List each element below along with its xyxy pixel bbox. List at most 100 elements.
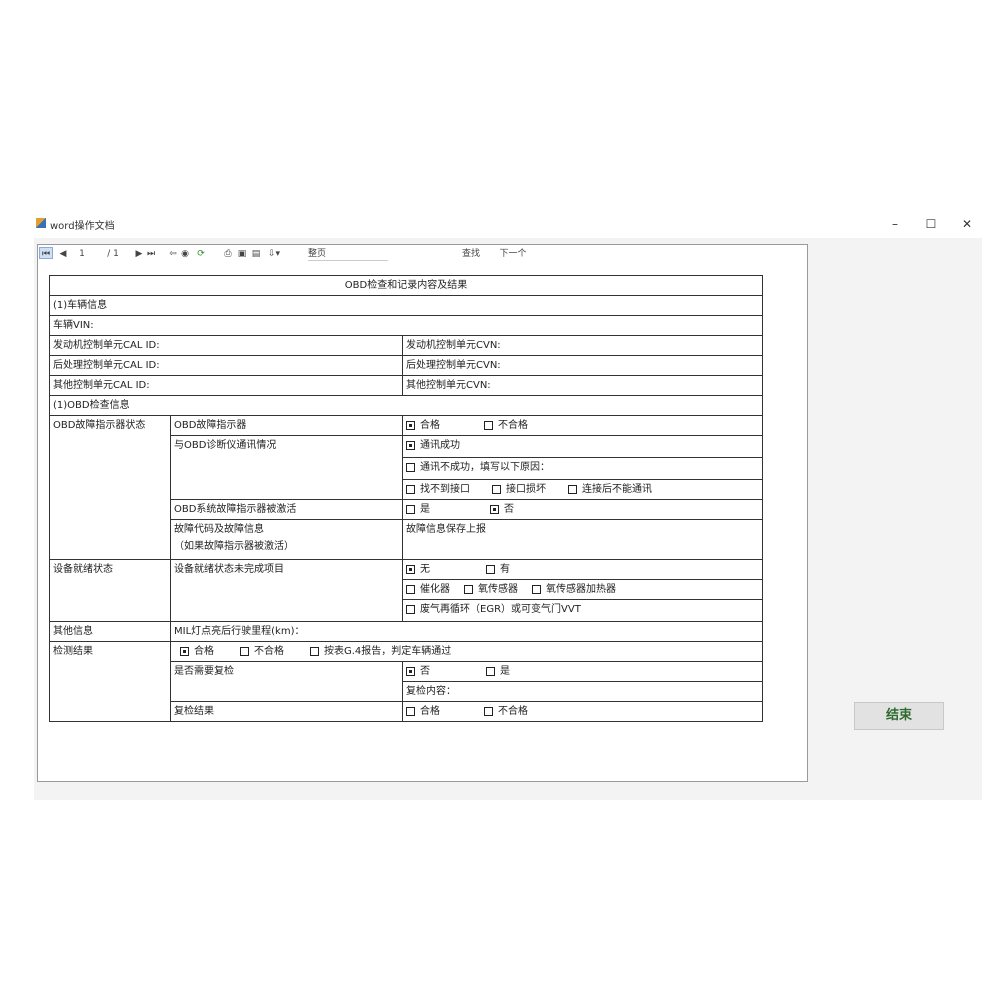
result-fail-option[interactable]: 不合格 <box>240 643 284 660</box>
checkbox-icon <box>406 485 415 494</box>
prev-page-icon[interactable]: ◀ <box>58 248 68 260</box>
maximize-button[interactable]: ☐ <box>920 214 942 234</box>
mil-fail-option[interactable]: 不合格 <box>484 417 528 434</box>
table-row: 发动机控制单元CAL ID: 发动机控制单元CVN: <box>49 335 764 356</box>
checkbox-icon <box>484 421 493 430</box>
reason-no-comm-option[interactable]: 连接后不能通讯 <box>568 481 652 498</box>
readiness-egr-cell: 废气再循环（EGR）或可变气门VVT <box>401 599 764 622</box>
activated-yes-option[interactable]: 是 <box>406 501 430 518</box>
mil-label: OBD故障指示器 <box>170 415 403 436</box>
refresh-icon[interactable]: ⟳ <box>196 248 206 260</box>
engine-calid-field: 发动机控制单元CAL ID: <box>49 335 403 356</box>
find-link[interactable]: 查找 <box>458 248 484 260</box>
recheck-needed-label: 是否需要复检 <box>170 661 403 702</box>
comm-label: 与OBD诊断仪通讯情况 <box>170 435 403 500</box>
table-row: OBD检查和记录内容及结果 <box>48 275 764 296</box>
option-label: 否 <box>504 504 514 515</box>
checkbox-icon <box>406 605 415 614</box>
table-row: (1)车辆信息 <box>48 295 764 316</box>
page-setup-icon[interactable]: ▤ <box>250 248 262 260</box>
option-label: 否 <box>420 666 430 677</box>
table-row: 后处理控制单元CAL ID: 后处理控制单元CVN: <box>49 355 764 376</box>
checkbox-icon <box>486 565 495 574</box>
checkbox-icon <box>406 707 415 716</box>
checkbox-icon <box>240 647 249 656</box>
checkbox-icon <box>464 585 473 594</box>
checkbox-icon <box>484 707 493 716</box>
back-icon[interactable]: ⇦ <box>168 248 178 260</box>
page-total: / 1 <box>107 249 119 259</box>
other-cvn-field: 其他控制单元CVN: <box>401 375 764 396</box>
checkbox-icon <box>406 463 415 472</box>
readiness-none-option[interactable]: 无 <box>406 561 430 578</box>
o2-heater-option[interactable]: 氧传感器加热器 <box>532 581 616 598</box>
mil-pass-option[interactable]: 合格 <box>406 417 440 434</box>
result-report-option[interactable]: 按表G.4报告，判定车辆通过 <box>310 643 451 660</box>
obd-inspection-form: OBD检查和记录内容及结果 (1)车辆信息 车辆VIN: 发动机控制单元CAL … <box>48 275 764 722</box>
checked-box-icon <box>406 441 415 450</box>
readiness-presence-cell: 无 有 <box>401 559 764 580</box>
activated-no-option[interactable]: 否 <box>490 501 514 518</box>
recheck-no-option[interactable]: 否 <box>406 663 430 680</box>
page-number-input[interactable]: 1 <box>72 248 92 260</box>
table-row: 检测结果 合格 不合格 按表G.4报告，判定车辆通过 <box>49 641 764 722</box>
option-label: 不合格 <box>254 646 284 657</box>
comm-reasons-cell: 找不到接口 接口损坏 连接后不能通讯 <box>401 479 764 500</box>
recheck-yes-option[interactable]: 是 <box>486 663 510 680</box>
first-page-icon[interactable]: ⏮ <box>39 247 53 259</box>
option-label: 合格 <box>420 706 440 717</box>
other-calid-field: 其他控制单元CAL ID: <box>49 375 403 396</box>
print-layout-icon[interactable]: ▣ <box>236 248 248 260</box>
other-info-label: 其他信息 <box>49 621 171 642</box>
checkbox-icon <box>492 485 501 494</box>
table-row: OBD故障指示器状态 OBD故障指示器 合格 不合格 <box>49 415 764 560</box>
close-button[interactable]: ✕ <box>956 214 978 234</box>
catalyst-option[interactable]: 催化器 <box>406 581 450 598</box>
comm-fail-option[interactable]: 通讯不成功，填写以下原因： <box>406 459 550 476</box>
checkbox-icon <box>406 585 415 594</box>
section-obd-info: (1)OBD检查信息 <box>48 395 764 416</box>
option-label: 是 <box>500 666 510 677</box>
egr-option[interactable]: 废气再循环（EGR）或可变气门VVT <box>406 601 581 618</box>
window-titlebar: word操作文档 – ☐ ✕ <box>30 212 990 236</box>
app-icon <box>36 218 46 228</box>
mil-activated-options: 是 否 <box>401 499 764 520</box>
option-label: 按表G.4报告，判定车辆通过 <box>324 646 452 657</box>
checkbox-icon <box>310 647 319 656</box>
option-label: 氧传感器 <box>478 584 518 595</box>
option-label: 找不到接口 <box>420 484 470 495</box>
o2-sensor-option[interactable]: 氧传感器 <box>464 581 518 598</box>
export-icon[interactable]: ⇩▾ <box>266 248 282 260</box>
reason-port-damaged-option[interactable]: 接口损坏 <box>492 481 546 498</box>
aftertreatment-cvn-field: 后处理控制单元CVN: <box>401 355 764 376</box>
end-button[interactable]: 结束 <box>854 702 944 730</box>
print-icon[interactable]: ⎙ <box>222 248 234 260</box>
dtc-label-cell: 故障代码及故障信息 （如果故障指示器被激活） <box>170 519 403 560</box>
result-pass-option[interactable]: 合格 <box>180 643 214 660</box>
option-label: 不合格 <box>498 420 528 431</box>
dtc-label: 故障代码及故障信息 <box>174 524 264 535</box>
dtc-label-note: （如果故障指示器被激活） <box>174 541 294 552</box>
readiness-has-option[interactable]: 有 <box>486 561 510 578</box>
recheck-fail-option[interactable]: 不合格 <box>484 703 528 720</box>
recheck-content-field: 复检内容： <box>401 681 764 702</box>
option-label: 合格 <box>194 646 214 657</box>
minimize-button[interactable]: – <box>884 214 906 234</box>
checkbox-icon <box>486 667 495 676</box>
find-next-link[interactable]: 下一个 <box>496 248 530 260</box>
checked-box-icon <box>180 647 189 656</box>
comm-ok-option[interactable]: 通讯成功 <box>406 437 460 454</box>
checkbox-icon <box>406 505 415 514</box>
zoom-select[interactable]: 整页 <box>308 248 388 261</box>
checked-box-icon <box>406 421 415 430</box>
obd-status-label: OBD故障指示器状态 <box>49 415 171 560</box>
last-page-icon[interactable]: ⏭ <box>146 248 156 260</box>
next-page-icon[interactable]: ▶ <box>134 248 144 260</box>
stop-icon[interactable]: ◉ <box>180 248 190 260</box>
checked-box-icon <box>406 667 415 676</box>
recheck-pass-option[interactable]: 合格 <box>406 703 440 720</box>
viewer-toolbar: ⏮ ◀ 1 / 1 ▶ ⏭ ⇦ ◉ ⟳ ⎙ ▣ ▤ ⇩▾ 整页 查找 下一个 <box>38 245 807 263</box>
reason-no-port-option[interactable]: 找不到接口 <box>406 481 470 498</box>
option-label: 连接后不能通讯 <box>582 484 652 495</box>
option-label: 废气再循环（EGR）或可变气门VVT <box>420 604 581 615</box>
